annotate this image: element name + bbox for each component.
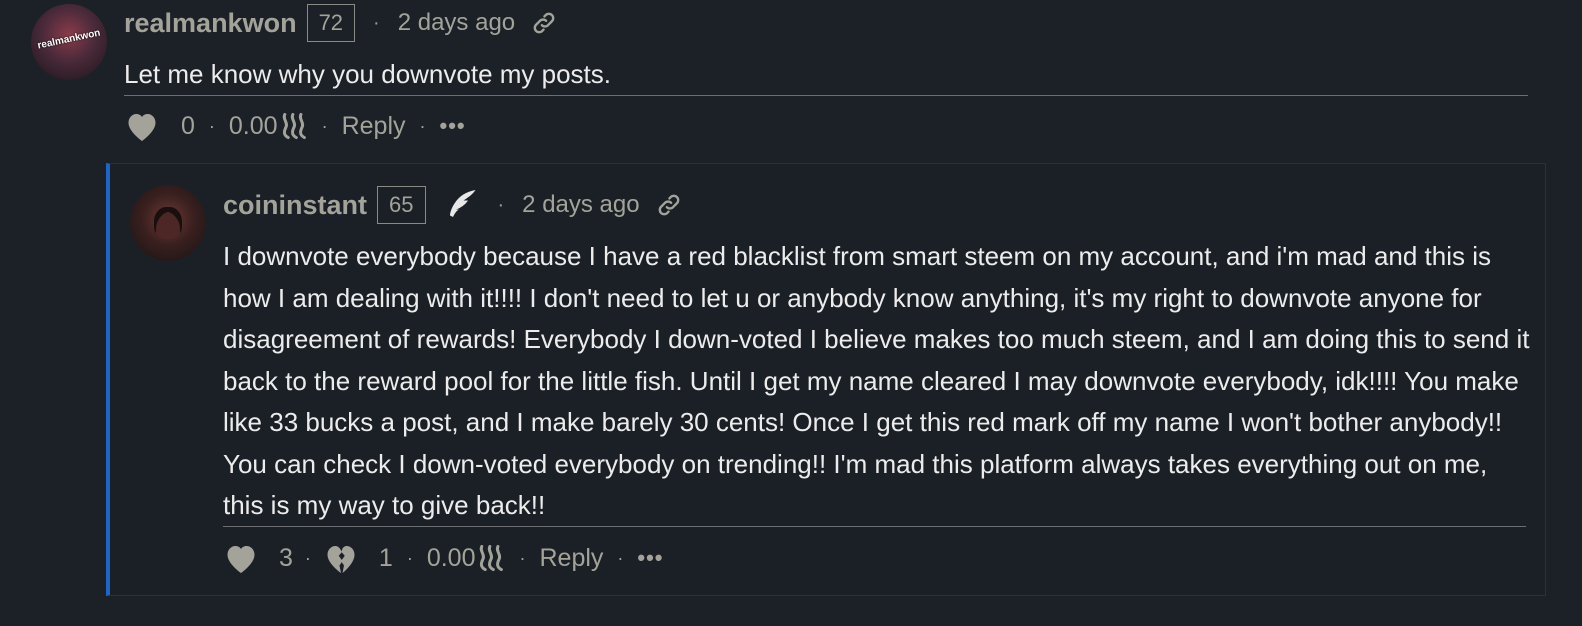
author-name[interactable]: coininstant xyxy=(223,190,367,221)
upvote-count[interactable]: 3 xyxy=(279,544,293,573)
divider xyxy=(223,526,1526,527)
avatar-label: realmankwon xyxy=(36,27,102,52)
comment-realmankwon: realmankwon realmankwon 72 · 2 days ago … xyxy=(0,0,1582,160)
steem-icon xyxy=(282,112,306,140)
separator-dot: · xyxy=(419,115,426,136)
separator-dot: · xyxy=(373,11,380,34)
feather-icon xyxy=(449,190,475,217)
steem-icon xyxy=(480,544,504,572)
avatar[interactable]: realmankwon xyxy=(31,4,107,80)
separator-dot: · xyxy=(406,547,413,568)
heart-icon[interactable] xyxy=(124,109,160,143)
more-options-button[interactable]: ••• xyxy=(637,545,663,571)
skull-face xyxy=(154,207,182,239)
timestamp[interactable]: 2 days ago xyxy=(522,191,639,219)
separator-dot: · xyxy=(497,193,505,216)
downvote-count[interactable]: 1 xyxy=(379,544,393,573)
author-name[interactable]: realmankwon xyxy=(124,8,297,39)
reply-button[interactable]: Reply xyxy=(539,544,603,573)
comment-actions: 3 · 1 · 0.00 · Reply · ••• xyxy=(223,538,664,578)
separator-dot: · xyxy=(321,115,328,136)
comment-body: Let me know why you downvote my posts. xyxy=(124,59,612,89)
comment-header: realmankwon 72 · 2 days ago xyxy=(124,4,557,42)
broken-heart-icon[interactable] xyxy=(323,541,359,575)
heart-icon[interactable] xyxy=(223,541,259,575)
payout-amount[interactable]: 0.00 xyxy=(229,112,278,141)
separator-dot: · xyxy=(304,547,311,568)
separator-dot: · xyxy=(208,115,215,136)
separator-dot: · xyxy=(617,547,624,568)
reply-button[interactable]: Reply xyxy=(342,112,406,141)
divider xyxy=(124,95,1528,96)
payout-amount[interactable]: 0.00 xyxy=(427,544,476,573)
reputation-badge: 72 xyxy=(306,4,356,42)
link-icon[interactable] xyxy=(531,10,557,36)
comment-coininstant: coininstant 65 · 2 days ago I downvote e… xyxy=(0,163,1582,596)
timestamp[interactable]: 2 days ago xyxy=(398,9,515,37)
comment-body: I downvote everybody because I have a re… xyxy=(223,241,1530,520)
separator-dot: · xyxy=(519,547,526,568)
avatar[interactable] xyxy=(130,185,206,261)
comment-header: coininstant 65 · 2 days ago xyxy=(223,185,682,225)
more-options-button[interactable]: ••• xyxy=(440,113,466,139)
comment-actions: 0 · 0.00 · Reply · ••• xyxy=(124,106,466,146)
reputation-badge: 65 xyxy=(377,186,426,224)
upvote-count[interactable]: 0 xyxy=(181,112,195,141)
link-icon[interactable] xyxy=(656,192,682,218)
